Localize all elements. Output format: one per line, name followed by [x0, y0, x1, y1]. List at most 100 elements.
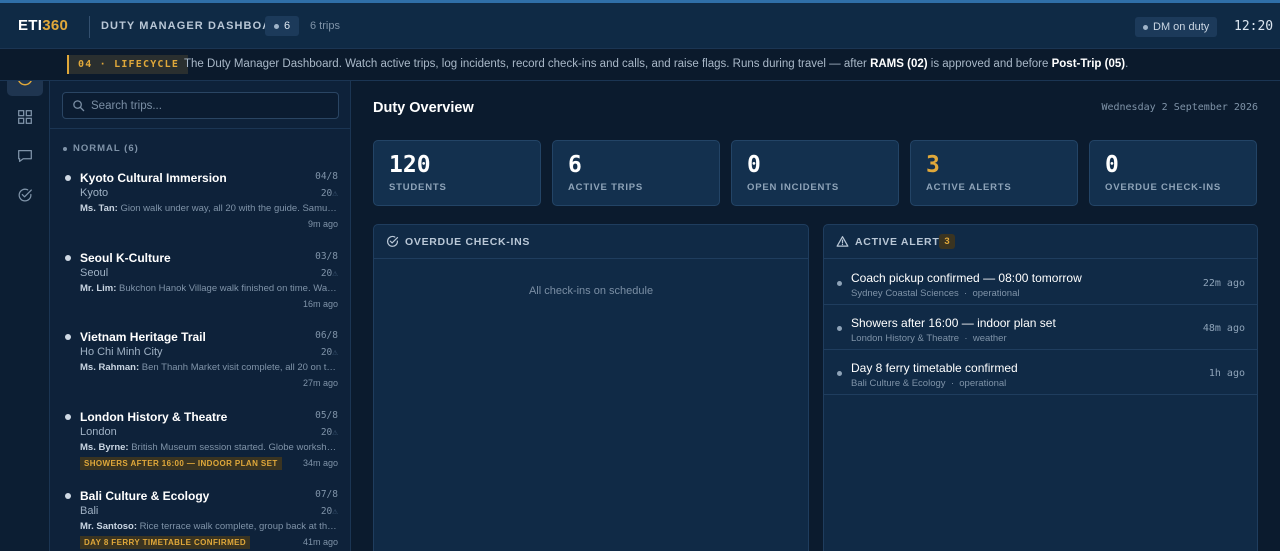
trip-city: Ho Chi Minh City: [80, 346, 163, 358]
alert-meta: Bali Culture & Ecology · operational: [851, 378, 1006, 389]
duty-status-label: DM on duty: [1153, 21, 1210, 33]
stat-label: STUDENTS: [389, 182, 447, 193]
rail-grid-button[interactable]: [7, 99, 43, 135]
stat-value: 3: [926, 152, 940, 178]
trip-name: London History & Theatre: [80, 409, 228, 424]
alert-time: 1h ago: [1208, 368, 1245, 379]
trip-day: 03/8: [315, 250, 338, 262]
trip-student-count: 20⚠: [320, 426, 338, 438]
trip-updated-time: 41m ago: [302, 537, 338, 547]
search-box[interactable]: [62, 92, 339, 119]
alert-time: 22m ago: [1202, 278, 1245, 289]
trip-name: Vietnam Heritage Trail: [80, 330, 206, 344]
check-circle-icon: [18, 188, 32, 202]
alert-dot-icon: [837, 326, 842, 331]
warning-icon: [836, 236, 849, 247]
trip-city: London: [80, 425, 117, 438]
count-warning-icon: ⚠: [332, 188, 338, 199]
logo[interactable]: ETI360: [18, 17, 68, 34]
alert-category: operational: [972, 288, 1020, 299]
trip-updated-time: 34m ago: [302, 457, 338, 468]
trip-list-item[interactable]: London History & Theatre 05/8 London 20⚠ Ms.…: [50, 409, 350, 488]
group-dot-icon: [63, 146, 67, 151]
trip-leader: Ms. Tan:: [80, 203, 118, 214]
trip-list-item[interactable]: Vietnam Heritage Trail 06/8 Ho Chi Minh Ci…: [50, 330, 350, 408]
trip-city: Seoul: [80, 266, 109, 279]
trip-flag-badge[interactable]: SHOWERS AFTER 16:00 — INDOOR PLAN SET: [80, 456, 282, 470]
trip-status-dot-icon: [65, 334, 71, 340]
active-alerts-panel: ACTIVE ALERTS 3 Coach pickup confirmed —…: [823, 224, 1258, 551]
trip-city: Kyoto: [80, 187, 109, 199]
trip-status-dot-icon: [65, 175, 71, 181]
lifecycle-banner: 04 · LIFECYCLE The Duty Manager Dashboar…: [0, 49, 1280, 81]
stat-value: 120: [389, 152, 431, 178]
chat-icon: [18, 149, 32, 163]
grid-icon: [18, 110, 32, 124]
overdue-check-ins-panel: OVERDUE CHECK-INS All check-ins on sched…: [373, 224, 809, 551]
trip-latest-note: Ms. Rahman: Ben Thanh Market visit compl…: [80, 362, 338, 373]
clock: 12:20: [1234, 19, 1274, 34]
alert-dot-icon: [837, 281, 842, 286]
panel-title: OVERDUE CHECK-INS: [405, 236, 531, 248]
stat-card-active-trips[interactable]: 6 ACTIVE TRIPS: [552, 140, 720, 206]
search-input[interactable]: [91, 93, 331, 118]
trip-city: Bali: [80, 505, 99, 517]
stat-label: ACTIVE TRIPS: [568, 182, 644, 193]
active-trip-count-badge[interactable]: 6: [265, 16, 299, 36]
alert-item[interactable]: Day 8 ferry timetable confirmed Bali Cult…: [824, 350, 1257, 395]
stat-label: OVERDUE CHECK-INS: [1105, 182, 1221, 193]
stat-card-students[interactable]: 120 STUDENTS: [373, 140, 541, 206]
trip-day: 05/8: [315, 409, 338, 421]
alert-title: Showers after 16:00 — indoor plan set: [851, 316, 1056, 330]
lifecycle-tag: 04 · LIFECYCLE: [67, 55, 189, 74]
empty-state: All check-ins on schedule: [528, 285, 654, 297]
trip-leader: Ms. Rahman:: [80, 362, 140, 373]
duty-status-badge[interactable]: DM on duty: [1135, 17, 1218, 37]
rail-check-button[interactable]: [7, 177, 43, 213]
divider: [50, 128, 350, 129]
top-bar: ETI360 DUTY MANAGER DASHBOARD 6 6 trips …: [0, 0, 1280, 49]
alert-meta: Sydney Coastal Sciences · operational: [851, 288, 1019, 299]
main-content: Duty Overview Wednesday 2 September 2026…: [351, 81, 1280, 551]
group-label[interactable]: NORMAL (6): [63, 143, 139, 154]
alert-time: 48m ago: [1202, 323, 1245, 334]
count-warning-icon: ⚠: [332, 267, 338, 279]
trip-status-dot-icon: [65, 493, 71, 499]
alert-item[interactable]: Showers after 16:00 — indoor plan set Lon…: [824, 305, 1257, 350]
trip-list-item[interactable]: Seoul K-Culture 03/8 Seoul 20⚠ Mr. Lim: Bukc…: [50, 250, 350, 329]
trip-day: 06/8: [315, 330, 338, 341]
trip-flag-badge[interactable]: DAY 8 FERRY TIMETABLE CONFIRMED: [80, 536, 251, 549]
stat-label: ACTIVE ALERTS: [926, 182, 1012, 193]
stat-value: 6: [568, 152, 582, 178]
alert-separator: ·: [950, 378, 954, 389]
rail-chat-button[interactable]: [7, 138, 43, 174]
trip-student-count: 20⚠: [320, 188, 338, 199]
trip-student-count: 20⚠: [320, 347, 338, 358]
alert-count-badge: 3: [939, 234, 955, 249]
alert-trip: London History & Theatre: [851, 333, 960, 344]
trip-name: Kyoto Cultural Immersion: [80, 171, 227, 185]
search-icon: [73, 100, 85, 112]
stat-card-open-incidents[interactable]: 0 OPEN INCIDENTS: [731, 140, 899, 206]
trip-leader: Mr. Santoso:: [80, 521, 138, 532]
active-trip-count: 6: [283, 20, 291, 32]
alert-item[interactable]: Coach pickup confirmed — 08:00 tomorrow S…: [824, 260, 1257, 305]
trip-status-dot-icon: [65, 254, 71, 261]
alert-separator: ·: [964, 333, 968, 344]
trip-list-item[interactable]: Bali Culture & Ecology 07/8 Bali 20⚠ Mr. San…: [50, 489, 350, 551]
trip-day: 07/8: [315, 489, 338, 500]
rams-reference: RAMS (02): [870, 58, 928, 70]
trip-student-count: 20⚠: [320, 506, 338, 517]
alert-title: Day 8 ferry timetable confirmed: [851, 361, 1018, 375]
trip-latest-note: Ms. Tan: Gion walk under way, all 20 wit…: [80, 203, 338, 214]
count-warning-icon: ⚠: [332, 506, 338, 517]
alert-separator: ·: [964, 288, 968, 299]
count-warning-icon: ⚠: [332, 426, 338, 438]
stat-card-active-alerts[interactable]: 3 ACTIVE ALERTS: [910, 140, 1078, 206]
panel-header: ACTIVE ALERTS 3: [824, 225, 1257, 259]
trip-day: 04/8: [315, 171, 338, 182]
stat-card-overdue-check-ins[interactable]: 0 OVERDUE CHECK-INS: [1089, 140, 1257, 206]
trip-leader: Mr. Lim:: [80, 282, 117, 294]
trip-list-item[interactable]: Kyoto Cultural Immersion 04/8 Kyoto 20⚠ Ms. …: [50, 171, 350, 249]
trip-student-count: 20⚠: [320, 267, 338, 279]
